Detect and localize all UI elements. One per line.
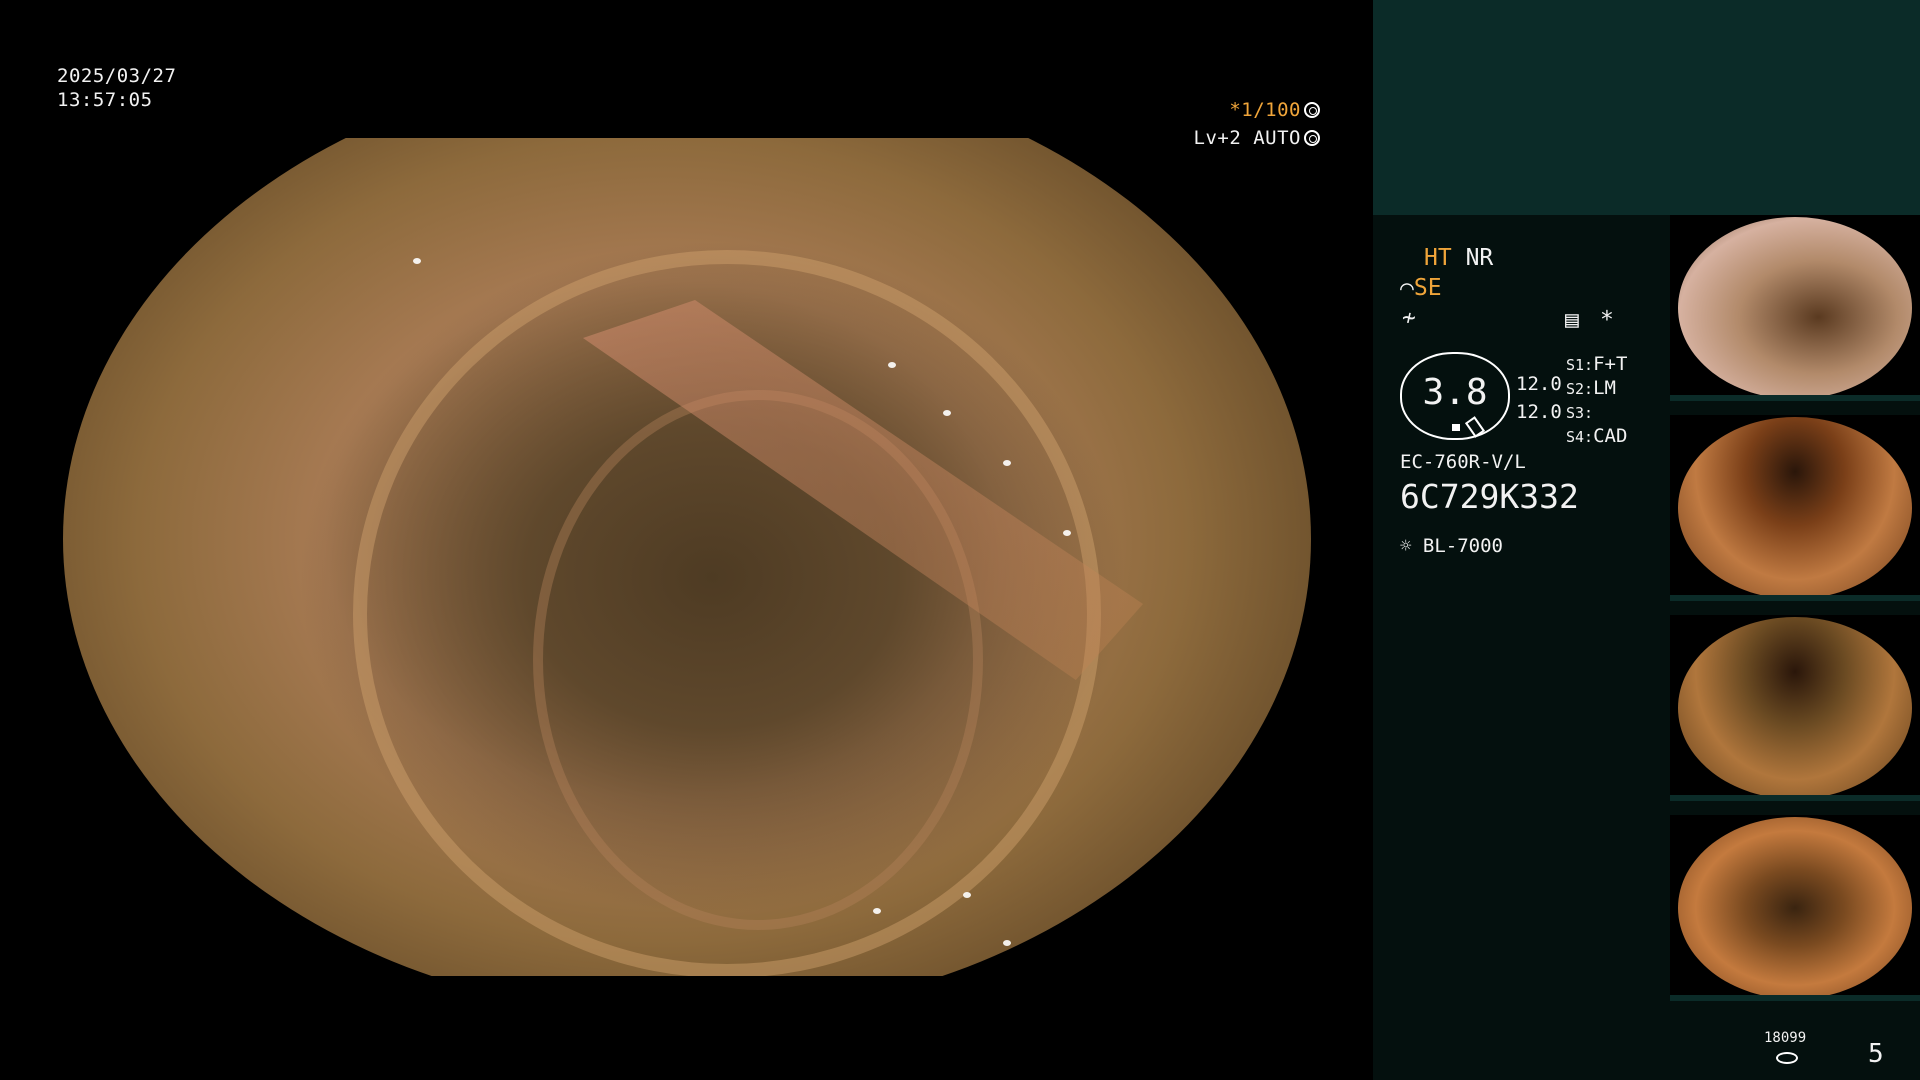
s1-label: S1:: [1566, 356, 1594, 374]
storage-icon: [1776, 1052, 1798, 1064]
settings-curve-icon: ⌒: [1400, 275, 1414, 301]
light-reflection: [1003, 460, 1011, 466]
memo-icon: ▤: [1565, 307, 1579, 333]
asterisk-indicator: *: [1600, 307, 1614, 333]
light-reflection: [1003, 940, 1011, 946]
thumbnail-2[interactable]: [1670, 415, 1920, 601]
brightness-level: Lv+2: [1193, 127, 1242, 149]
gain-1: 12.0: [1516, 373, 1562, 395]
endoscope-image: [63, 60, 1311, 1018]
s2-value: LM: [1593, 377, 1616, 399]
storage-count: 18099: [1764, 1030, 1807, 1046]
date-text: 2025/03/27: [57, 65, 177, 87]
exposure-readout: *1/100 Lv+2 AUTO: [1190, 98, 1320, 150]
iris-icon: [1304, 130, 1320, 146]
freeze-icon: ≁: [1402, 305, 1416, 331]
endoscope-view: 2025/03/27 13:57:05 *1/100 Lv+2 AUTO: [0, 0, 1373, 1080]
thumbnail-4[interactable]: [1670, 815, 1920, 1001]
light-reflection: [413, 258, 421, 264]
s4-value: CAD: [1593, 425, 1628, 447]
thumbnail-3[interactable]: [1670, 615, 1920, 801]
thumbnail-1[interactable]: [1670, 215, 1920, 401]
se-indicator: SE: [1413, 275, 1442, 301]
gauge-value: 3.8: [1422, 372, 1488, 413]
scope-serial: 6C729K332: [1400, 477, 1579, 516]
light-reflection: [888, 362, 896, 368]
shutter-speed: *1/100: [1229, 99, 1301, 121]
gauge-marker: [1452, 424, 1460, 431]
datetime: 2025/03/27 13:57:05: [57, 64, 176, 112]
panel-header-area: [1373, 0, 1920, 215]
time-text: 13:57:05: [57, 89, 153, 111]
pen-icon: [1464, 416, 1486, 438]
ht-indicator: HT: [1424, 245, 1452, 271]
zoom-gauge: 3.8: [1400, 352, 1510, 440]
nr-indicator: NR: [1465, 245, 1494, 271]
light-source-icon: ☼: [1400, 535, 1412, 557]
light-reflection: [1063, 530, 1071, 536]
light-reflection: [873, 908, 881, 914]
scope-model: EC-760R-V/L: [1400, 451, 1526, 473]
s2-label: S2:: [1566, 380, 1594, 398]
s4-label: S4:: [1566, 428, 1594, 446]
s1-value: F+T: [1593, 353, 1628, 375]
image-count: 5: [1868, 1039, 1884, 1069]
light-source: BL-7000: [1422, 535, 1503, 557]
s3-label: S3:: [1566, 404, 1594, 422]
shutter-icon: [1304, 102, 1320, 118]
gain-2: 12.0: [1516, 401, 1562, 423]
iris-mode: AUTO: [1253, 127, 1301, 149]
light-reflection: [963, 892, 971, 898]
light-reflection: [943, 410, 951, 416]
